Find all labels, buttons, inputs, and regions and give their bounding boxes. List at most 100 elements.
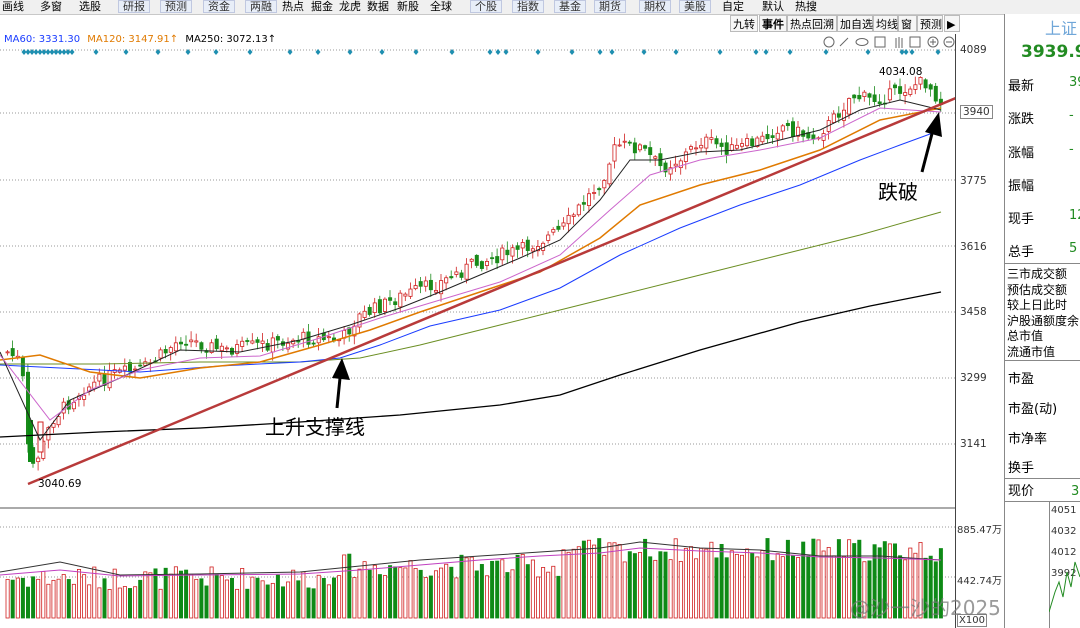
volume-bar [648,556,653,619]
event-marker[interactable] [213,49,219,55]
volume-bar [235,588,240,619]
volume-bar [597,538,602,619]
event-marker[interactable] [535,49,541,55]
chart-tool-icons[interactable] [823,36,955,48]
event-marker[interactable] [909,49,915,55]
event-marker[interactable] [823,49,829,55]
volume-bar [566,551,571,619]
volume-bar [184,569,189,619]
volume-bar [229,577,234,619]
quote-field-label: 涨幅 [1008,146,1035,161]
candle-body [214,338,219,350]
volume-bar [796,557,801,619]
quote-field-value: 39 [1069,75,1080,90]
event-marker[interactable] [763,49,769,55]
event-marker[interactable] [379,49,385,55]
volume-bar [556,575,561,619]
quote-field-label: 最新 [1008,79,1035,94]
event-marker[interactable] [597,49,603,55]
event-marker[interactable] [865,49,871,55]
event-marker[interactable] [609,49,615,55]
volume-bar [133,586,138,619]
candle-body [469,258,474,262]
market-stat-label: 总市值 [1007,329,1044,343]
candle-body [933,85,938,102]
candle-body [408,288,413,297]
volume-bar [755,556,760,619]
event-marker[interactable] [673,49,679,55]
event-marker[interactable] [247,49,253,55]
valuation-label: 换手 [1008,461,1035,476]
volume-bar [382,575,387,619]
event-marker[interactable] [495,49,501,55]
price-tick: 3616 [960,241,987,253]
candle-body [219,345,224,352]
candle-body [20,357,25,377]
event-marker[interactable] [93,49,99,55]
candle-body [602,180,607,189]
volume-bar [15,577,20,619]
volume-bar [490,560,495,619]
volume-bar [714,557,719,619]
candle-body [607,163,612,185]
candle-body [587,193,592,206]
volume-bar [444,563,449,619]
volume-bar [449,566,454,619]
event-marker[interactable] [315,49,321,55]
event-marker[interactable] [69,49,75,55]
volume-bar [46,583,51,619]
quote-field-value: - [1069,142,1074,157]
volume-bar [36,578,41,619]
candle-body [729,144,734,151]
volume-bar [694,558,699,619]
volume-bar [77,568,82,619]
event-marker[interactable] [487,49,493,55]
volume-bar [41,571,46,619]
event-marker[interactable] [787,49,793,55]
volume-bar [82,574,87,619]
volume-bar [643,538,648,619]
volume-bar [255,577,260,619]
candle-body [719,142,724,147]
event-marker[interactable] [903,49,909,55]
volume-bar [780,556,785,619]
volume-bar [245,588,250,619]
candle-body [576,204,581,216]
candle-body [367,306,372,315]
volume-bar [92,566,97,619]
quote-field-label: 振幅 [1008,179,1035,194]
price-tick: 3141 [960,438,987,450]
volume-bar [505,572,510,619]
price-tick: 3775 [960,175,987,187]
volume-bar [699,548,704,619]
candlestick-chart[interactable] [0,0,955,628]
breakdown-caption: 跌破 [878,180,918,204]
volume-bar [433,570,438,619]
volume-bar [138,579,143,619]
volume-bar [459,554,464,619]
volume-bar [31,576,36,619]
event-marker[interactable] [753,49,759,55]
volume-bar [87,584,92,619]
volume-bar [709,541,714,619]
volume-bar [607,542,612,619]
volume-bar [806,555,811,619]
event-marker[interactable] [123,49,129,55]
volume-bar [158,588,163,619]
volume-bar [102,578,107,619]
volume-bar [240,567,245,619]
volume-bar [495,560,500,619]
high-price-label: 4034.08 [879,66,923,78]
candle-body [28,420,33,462]
volume-bar [61,574,66,619]
quote-panel: 上证 3939.9 最新 39 涨跌 - 涨幅 - 振幅现手 12 总手 5 三市成交额预估成交额… [1004,14,1080,628]
candle-body [811,134,816,140]
volume-bar [117,587,122,619]
event-marker[interactable] [717,49,723,55]
candle-body [918,77,923,85]
volume-bar [423,577,428,619]
volume-bar [724,557,729,619]
volume-bar [316,574,321,619]
candle-body [893,84,898,89]
volume-bar [357,568,362,619]
